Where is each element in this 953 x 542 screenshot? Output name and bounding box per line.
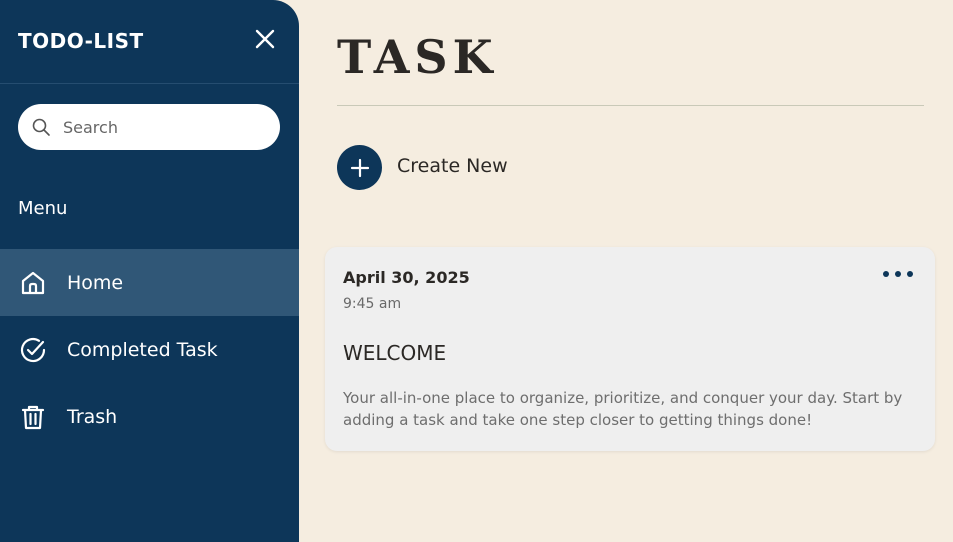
more-horizontal-icon	[883, 271, 913, 277]
search-box[interactable]	[18, 104, 280, 150]
task-time: 9:45 am	[343, 296, 402, 312]
home-icon	[19, 269, 47, 297]
app-title: TODO-LIST	[18, 29, 144, 53]
sidebar-item-label: Home	[67, 271, 124, 294]
close-icon	[255, 29, 275, 49]
close-sidebar-button[interactable]	[252, 26, 278, 52]
search-input[interactable]	[61, 116, 265, 138]
task-date: April 30, 2025	[343, 268, 470, 287]
check-circle-icon	[19, 336, 47, 364]
menu-heading: Menu	[18, 198, 68, 219]
search-icon	[32, 118, 50, 136]
task-menu-button[interactable]	[881, 263, 915, 285]
task-card[interactable]: April 30, 2025 9:45 am WELCOME Your all-…	[325, 247, 935, 451]
sidebar-item-label: Completed Task	[67, 338, 218, 361]
sidebar: TODO-LIST Menu Home Co	[0, 0, 299, 542]
task-title: WELCOME	[343, 341, 447, 365]
main-content: TASK Create New April 30, 2025 9:45 am W…	[299, 0, 953, 542]
create-new-label[interactable]: Create New	[397, 155, 508, 177]
sidebar-item-label: Trash	[67, 405, 118, 428]
trash-icon	[19, 403, 47, 431]
sidebar-item-completed-task[interactable]: Completed Task	[0, 316, 299, 383]
sidebar-item-home[interactable]: Home	[0, 249, 299, 316]
sidebar-item-trash[interactable]: Trash	[0, 383, 299, 450]
sidebar-header: TODO-LIST	[0, 0, 299, 84]
task-description: Your all-in-one place to organize, prior…	[343, 389, 903, 429]
create-new-button[interactable]	[337, 145, 382, 190]
page-title: TASK	[337, 30, 498, 84]
plus-icon	[350, 158, 369, 177]
title-divider	[337, 105, 924, 106]
